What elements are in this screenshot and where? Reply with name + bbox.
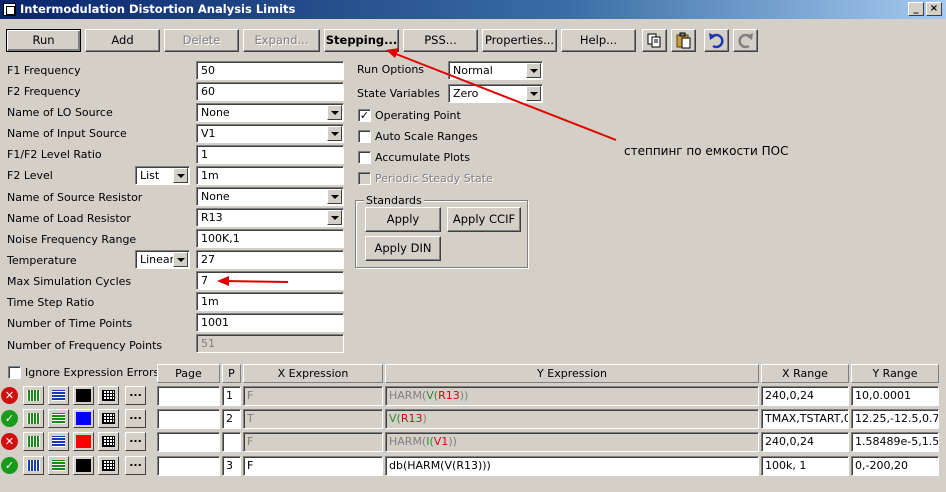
- line-style-button[interactable]: [23, 409, 44, 428]
- curve-color-button[interactable]: [73, 456, 94, 475]
- p-cell[interactable]: [222, 432, 241, 452]
- y-expr-argument: V1: [433, 435, 449, 448]
- disabled-x-icon[interactable]: ✕: [1, 433, 18, 450]
- y-range-cell[interactable]: 10,0.0001: [851, 386, 939, 406]
- y-expr-function: V(: [426, 389, 439, 402]
- page-cell[interactable]: [157, 386, 220, 406]
- x-range-cell[interactable]: 100k, 1: [761, 456, 849, 476]
- ignore-errors-checkbox[interactable]: [8, 366, 21, 379]
- y-range-header[interactable]: Y Range: [851, 364, 939, 383]
- page-cell[interactable]: [157, 456, 220, 476]
- page-cell[interactable]: [157, 432, 220, 452]
- y-expression-cell[interactable]: HARM(V(R13)): [385, 386, 759, 406]
- more-options-button[interactable]: ...: [125, 386, 146, 405]
- p-cell[interactable]: 3: [222, 456, 241, 476]
- y-expr-argument: R13: [400, 412, 423, 425]
- y-expression-cell[interactable]: db(HARM(V(R13))): [385, 456, 759, 476]
- y-expr-suffix: ))): [477, 459, 491, 472]
- p-cell[interactable]: 2: [222, 409, 241, 429]
- x-range-cell[interactable]: 240,0,24: [761, 386, 849, 406]
- enabled-check-icon[interactable]: ✓: [1, 457, 18, 474]
- table-icon[interactable]: [98, 409, 119, 428]
- y-range-cell[interactable]: 1.58489e-5,1.584: [851, 432, 939, 452]
- y-expression-header[interactable]: Y Expression: [385, 364, 759, 383]
- page-column-header[interactable]: Page: [157, 364, 220, 383]
- x-expression-cell[interactable]: F: [243, 456, 383, 476]
- more-options-button[interactable]: ...: [125, 432, 146, 451]
- x-expression-cell[interactable]: F: [243, 432, 383, 452]
- p-column-header[interactable]: P: [222, 364, 241, 383]
- more-options-button[interactable]: ...: [125, 456, 146, 475]
- line-style-button[interactable]: [23, 456, 44, 475]
- x-expression-cell[interactable]: F: [243, 386, 383, 406]
- y-expression-cell[interactable]: V(R13): [385, 409, 759, 429]
- y-expr-suffix: ): [422, 412, 427, 425]
- curve-color-button[interactable]: [73, 432, 94, 451]
- x-range-cell[interactable]: 240,0,24: [761, 432, 849, 452]
- x-expression-cell[interactable]: T: [243, 409, 383, 429]
- curve-color-button[interactable]: [73, 386, 94, 405]
- ignore-errors-label: Ignore Expression Errors: [25, 366, 160, 379]
- y-expr-prefix: HARM(: [389, 435, 427, 448]
- point-style-button[interactable]: [48, 432, 69, 451]
- y-expression-cell[interactable]: HARM(I(V1)): [385, 432, 759, 452]
- x-range-header[interactable]: X Range: [761, 364, 849, 383]
- y-expr-function: V(: [389, 412, 401, 425]
- point-style-button[interactable]: [48, 456, 69, 475]
- y-expr-argument: R13: [438, 389, 460, 402]
- p-cell[interactable]: 1: [222, 386, 241, 406]
- disabled-x-icon[interactable]: ✕: [1, 387, 18, 404]
- x-expression-header[interactable]: X Expression: [243, 364, 383, 383]
- line-style-button[interactable]: [23, 432, 44, 451]
- line-style-button[interactable]: [23, 386, 44, 405]
- enabled-check-icon[interactable]: ✓: [1, 410, 18, 427]
- y-range-cell[interactable]: 0,-200,20: [851, 456, 939, 476]
- y-range-cell[interactable]: 12.25,-12.5,0.75: [851, 409, 939, 429]
- page-cell[interactable]: [157, 409, 220, 429]
- point-style-button[interactable]: [48, 386, 69, 405]
- y-expr-function: V(: [444, 459, 457, 472]
- y-expr-suffix: )): [459, 389, 469, 402]
- x-range-cell[interactable]: TMAX,TSTART,0.0: [761, 409, 849, 429]
- y-expr-function: I(: [426, 435, 434, 448]
- y-expr-suffix: )): [448, 435, 457, 448]
- y-expr-argument: R13: [456, 459, 478, 472]
- more-options-button[interactable]: ...: [125, 409, 146, 428]
- point-style-button[interactable]: [48, 409, 69, 428]
- y-expr-prefix: db(HARM(: [389, 459, 445, 472]
- curve-color-button[interactable]: [73, 409, 94, 428]
- table-icon[interactable]: [98, 432, 119, 451]
- table-icon[interactable]: [98, 386, 119, 405]
- y-expr-prefix: HARM(: [389, 389, 427, 402]
- table-icon[interactable]: [98, 456, 119, 475]
